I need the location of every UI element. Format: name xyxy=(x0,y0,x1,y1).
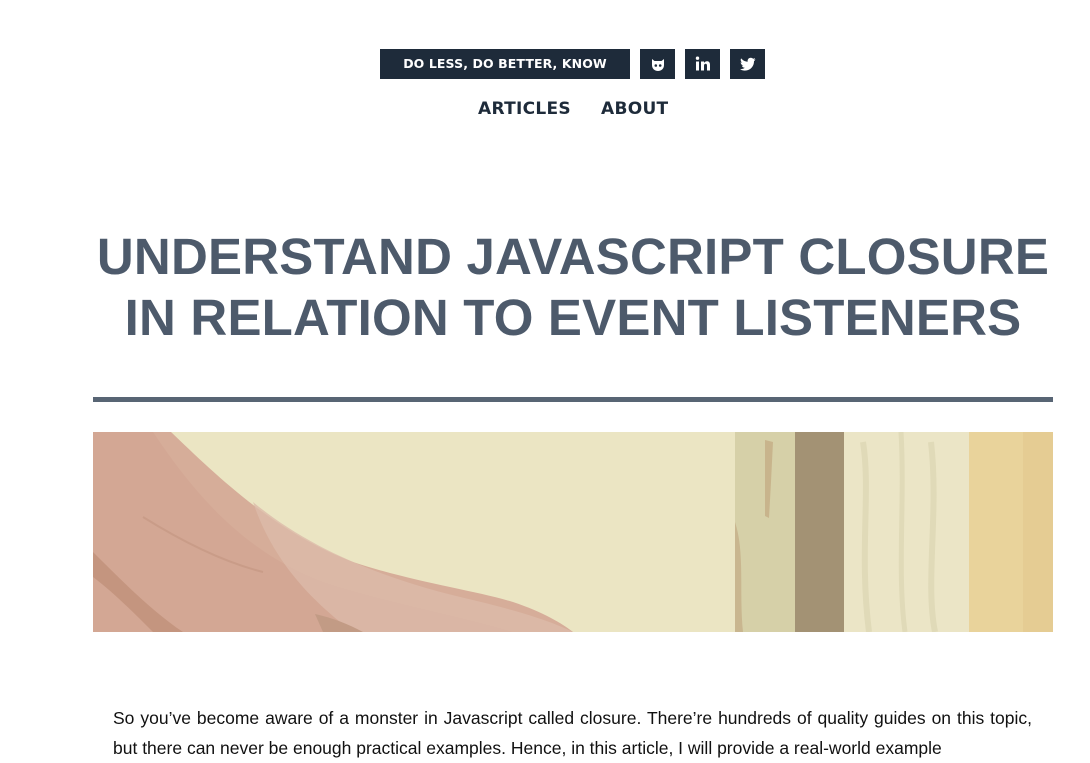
hero-image xyxy=(93,432,1053,632)
nav-articles-link[interactable]: ARTICLES xyxy=(478,99,571,119)
hero-illustration xyxy=(93,432,1053,632)
github-icon xyxy=(651,59,664,71)
nav-about-link[interactable]: ABOUT xyxy=(601,99,668,119)
twitter-icon xyxy=(739,57,755,71)
twitter-link[interactable] xyxy=(730,49,765,79)
article-title: UNDERSTAND JAVASCRIPT CLOSURE IN RELATIO… xyxy=(96,228,1050,346)
top-bar: DO LESS, DO BETTER, KNOW WHY xyxy=(380,49,765,101)
title-divider xyxy=(93,397,1053,402)
main-nav: ARTICLES ABOUT xyxy=(478,99,668,119)
linkedin-icon xyxy=(695,56,710,71)
article-intro: So you’ve become aware of a monster in J… xyxy=(113,708,1032,758)
linkedin-link[interactable] xyxy=(685,49,720,79)
site-tagline-badge[interactable]: DO LESS, DO BETTER, KNOW WHY xyxy=(380,49,630,101)
github-link[interactable] xyxy=(640,49,675,79)
